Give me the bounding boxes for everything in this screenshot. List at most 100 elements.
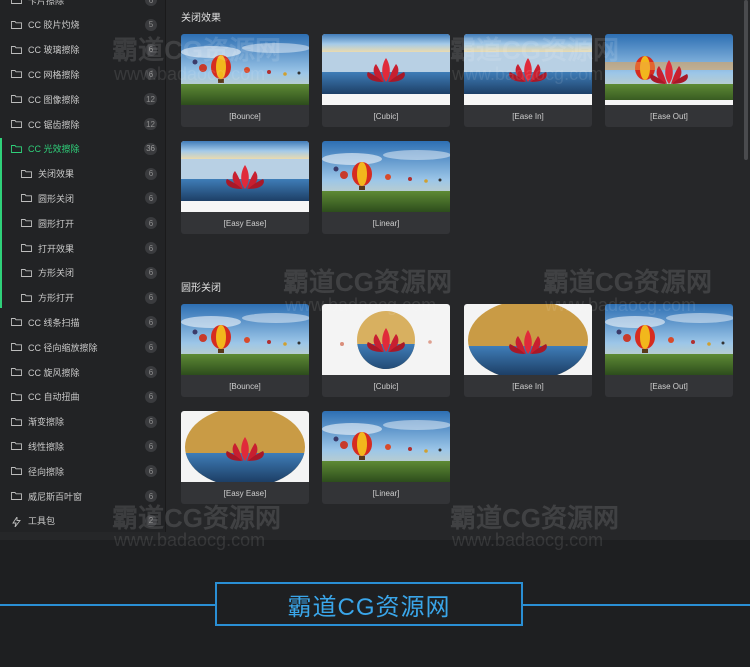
sidebar-item-count: 6: [145, 415, 157, 428]
effect-card-label: [Ease In]: [512, 381, 544, 391]
sidebar-item-label: 方形打开: [38, 293, 75, 304]
sidebar-item[interactable]: CC 锯齿擦除 12: [0, 112, 165, 136]
sidebar-item-label: 卡片擦除: [28, 0, 65, 6]
sidebar-item-count: 6: [145, 266, 157, 279]
sidebar-item[interactable]: CC 线条扫描 6: [0, 310, 165, 334]
sidebar-item-label: CC 自动扭曲: [28, 392, 80, 403]
effect-card-label: [Ease Out]: [650, 381, 688, 391]
sidebar-item[interactable]: 渐变擦除 6: [0, 410, 165, 434]
folder-icon: [11, 95, 22, 104]
effect-card-label: [Bounce]: [229, 111, 261, 121]
sidebar-item[interactable]: 工具包 2: [0, 509, 165, 533]
section-title-circle-close: 圆形关闭: [181, 283, 221, 294]
sidebar-item-count: 6: [145, 341, 157, 354]
effect-card-label: [Ease In]: [512, 111, 544, 121]
effect-thumbnail: [464, 304, 592, 375]
sidebar-item[interactable]: CC 径向缩放擦除 6: [0, 335, 165, 359]
folder-icon: [11, 318, 22, 327]
sidebar-item-label: 工具包: [28, 516, 56, 527]
effect-card-label: [Ease Out]: [650, 111, 688, 121]
sidebar-item[interactable]: 威尼斯百叶窗 6: [0, 484, 165, 508]
section-title-close: 关闭效果: [181, 13, 221, 24]
sidebar-item-count: 6: [145, 390, 157, 403]
sidebar-item[interactable]: 线性擦除 6: [0, 434, 165, 458]
sidebar-item-count: 6: [145, 242, 157, 254]
sidebar-item[interactable]: CC 胶片灼烧 5: [0, 13, 165, 37]
sidebar-item[interactable]: CC 自动扭曲 6: [0, 385, 165, 409]
sidebar-item[interactable]: CC 网格擦除 6: [0, 62, 165, 86]
folder-icon: [21, 268, 32, 277]
sidebar-item-label: CC 径向缩放擦除: [28, 342, 98, 353]
effect-card[interactable]: [Cubic]: [322, 304, 450, 397]
sidebar-item-count: 2: [145, 514, 157, 527]
scrollbar[interactable]: [744, 0, 748, 160]
folder-icon: [11, 417, 22, 426]
sidebar-item-count: 6: [145, 192, 157, 205]
effect-card[interactable]: [Ease In]: [464, 34, 592, 127]
effect-card-label: [Linear]: [372, 488, 400, 498]
folder-icon: [11, 442, 22, 451]
effect-card[interactable]: [Cubic]: [322, 34, 450, 127]
folder-icon: [11, 492, 22, 500]
bolt-icon: [11, 516, 22, 527]
sidebar-item[interactable]: 圆形打开 6: [0, 211, 165, 235]
banner-line-left: [0, 604, 215, 606]
folder-icon: [11, 45, 22, 54]
effect-thumbnail: [181, 34, 309, 105]
effect-card[interactable]: [Ease Out]: [605, 34, 733, 127]
effect-card[interactable]: [Easy Ease]: [181, 141, 309, 234]
effect-thumbnail: [322, 141, 450, 212]
sidebar-item-label: 径向擦除: [28, 466, 65, 477]
sidebar-item[interactable]: 关闭效果 6: [0, 162, 165, 186]
sidebar-item[interactable]: 卡片擦除 6: [0, 0, 165, 12]
folder-icon: [21, 219, 32, 228]
banner-line-right: [523, 604, 750, 606]
effect-thumbnail: [322, 304, 450, 375]
sidebar-item-label: CC 玻璃擦除: [28, 45, 80, 56]
folder-icon: [11, 144, 22, 153]
sidebar-item[interactable]: CC 旋风擦除 6: [0, 360, 165, 384]
sidebar-item-label: CC 旋风擦除: [28, 367, 80, 378]
sidebar-item[interactable]: 方形关闭 6: [0, 261, 165, 285]
sidebar-item-label: CC 光效擦除: [28, 144, 80, 155]
sidebar-item-count: 6: [145, 465, 157, 478]
app-window: 卡片擦除 6 CC 胶片灼烧 5 CC 玻璃擦除 6 CC 网格擦除 6 CC 图像擦除 12 CC…: [0, 0, 750, 540]
effect-card[interactable]: [Linear]: [322, 411, 450, 504]
effect-card[interactable]: [Ease Out]: [605, 304, 733, 397]
sidebar-item-count: 6: [145, 167, 157, 180]
sidebar-item[interactable]: 打开效果 6: [0, 236, 165, 260]
effect-card-label: [Easy Ease]: [223, 218, 267, 228]
sidebar-item-label: 圆形关闭: [38, 193, 75, 204]
sidebar-item-label: 威尼斯百叶窗: [28, 491, 83, 502]
active-group-indicator: [0, 138, 2, 308]
sidebar-item-label: 线性擦除: [28, 441, 65, 452]
sidebar-item-count: 6: [145, 490, 157, 502]
effect-card[interactable]: [Bounce]: [181, 34, 309, 127]
sidebar-item[interactable]: CC 图像擦除 12: [0, 87, 165, 111]
sidebar-item-count: 6: [145, 68, 157, 81]
effect-card[interactable]: [Bounce]: [181, 304, 309, 397]
sidebar-item-count: 6: [145, 43, 157, 56]
effect-thumbnail: [322, 34, 450, 105]
sidebar-item[interactable]: CC 光效擦除 36: [0, 137, 165, 161]
sidebar-item[interactable]: CC 玻璃擦除 6: [0, 38, 165, 62]
effect-thumbnail: [322, 411, 450, 482]
sidebar-item-label: CC 锯齿擦除: [28, 119, 80, 130]
sidebar-item[interactable]: 方形打开 6: [0, 286, 165, 310]
effect-card[interactable]: [Ease In]: [464, 304, 592, 397]
folder-icon: [21, 194, 32, 203]
sidebar-item-label: CC 图像擦除: [28, 94, 80, 105]
folder-icon: [11, 343, 22, 352]
sidebar-item-label: 渐变擦除: [28, 417, 65, 428]
folder-icon: [21, 293, 32, 302]
effect-card-label: [Cubic]: [373, 381, 399, 391]
effect-card[interactable]: [Easy Ease]: [181, 411, 309, 504]
effect-card-label: [Easy Ease]: [223, 488, 267, 498]
sidebar-item-label: 圆形打开: [38, 218, 75, 229]
sidebar-item-label: CC 胶片灼烧: [28, 20, 80, 31]
folder-icon: [11, 70, 22, 79]
effect-thumbnail: [181, 141, 309, 212]
effect-card[interactable]: [Linear]: [322, 141, 450, 234]
sidebar-item[interactable]: 径向擦除 6: [0, 459, 165, 483]
sidebar-item[interactable]: 圆形关闭 6: [0, 186, 165, 210]
